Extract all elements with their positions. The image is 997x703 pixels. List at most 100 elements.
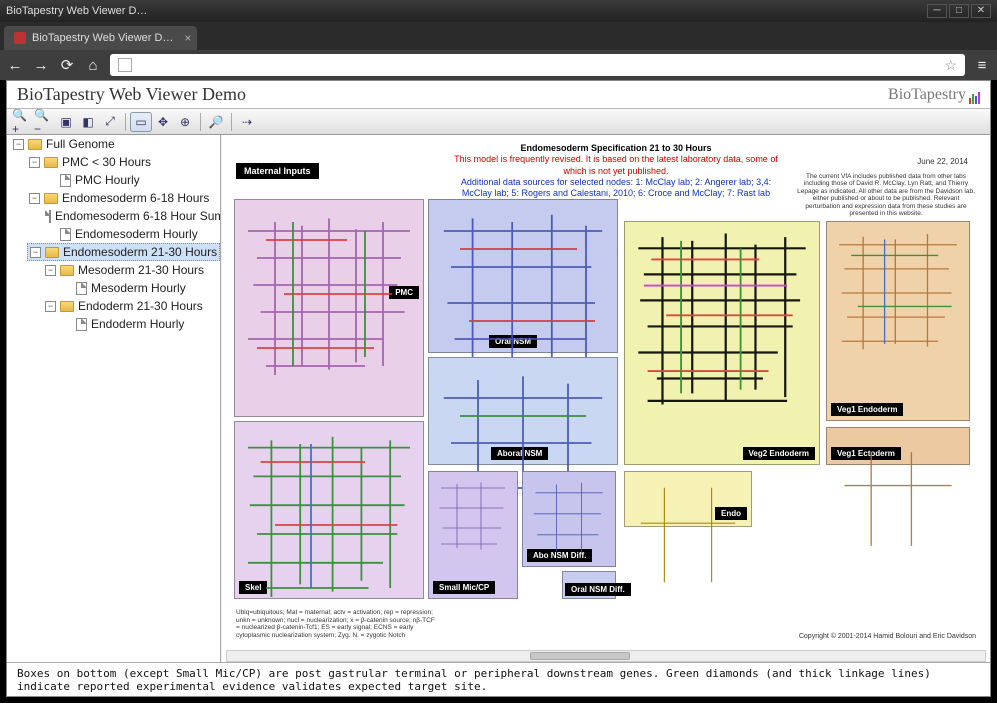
app-body: −Full Genome−PMC < 30 HoursPMC Hourly−En… [7,135,990,662]
home-icon[interactable]: ⌂ [84,56,102,74]
region-pmc[interactable]: PMC [234,199,424,417]
region-oral-nsm[interactable]: Oral NSM [428,199,618,353]
tree-item[interactable]: − Full Genome [11,135,220,153]
toolbar-separator [125,113,126,131]
region-veg1-endoderm-label: Veg1 Endoderm [831,403,903,416]
hand-mode-button[interactable]: ✥ [152,112,174,132]
tree-item[interactable]: PMC Hourly [43,171,220,189]
tree-item-label: PMC Hourly [75,173,140,187]
tree-item-label: Endoderm Hourly [91,317,184,331]
network-scribble-icon [629,226,815,412]
region-endo[interactable]: Endo [624,471,752,527]
status-footer-text: Boxes on bottom (except Small Mic/CP) ar… [17,667,980,693]
expander-placeholder [61,319,72,330]
status-footer: Boxes on bottom (except Small Mic/CP) ar… [7,662,990,696]
network-canvas-inner: Endomesoderm Specification 21 to 30 Hour… [226,139,986,648]
toolbar-separator [200,113,201,131]
address-bar[interactable]: ☆ [110,54,965,76]
bookmark-star-icon[interactable]: ☆ [944,57,957,74]
region-skel[interactable]: Skel [234,421,424,599]
tree-item[interactable]: Endoderm Hourly [59,315,220,333]
zoom-to-sel-button[interactable]: ◧ [77,112,99,132]
tab-close-icon[interactable]: × [184,31,191,45]
tree-item[interactable]: −PMC < 30 Hours [27,153,220,171]
app-logo: BioTapestry [888,86,980,104]
collapse-icon[interactable]: − [13,139,24,150]
tree-item-label: Endoderm 21-30 Hours [78,299,203,313]
diagram-title: Endomesoderm Specification 21 to 30 Hour… [446,143,786,154]
region-oral-nsm-diff-label: Oral NSM Diff. [565,583,631,596]
browser-tab-row: BioTapestry Web Viewer D… × [0,22,997,50]
tree-item-label: Full Genome [46,137,115,151]
horizontal-scrollbar[interactable] [226,650,986,662]
region-veg1-endoderm[interactable]: Veg1 Endoderm [826,221,970,421]
browser-tab[interactable]: BioTapestry Web Viewer D… × [4,26,197,50]
center-sel-button[interactable]: ⊕ [174,112,196,132]
minimize-button[interactable]: ─ [927,4,947,18]
folder-icon [44,193,58,204]
app-logo-text: BioTapestry [888,86,966,104]
forward-icon[interactable]: → [32,56,50,74]
favicon-icon [14,32,26,44]
close-button[interactable]: ✕ [971,4,991,18]
network-scribble-icon [831,226,965,360]
file-icon [60,228,71,241]
scrollbar-thumb[interactable] [530,652,630,660]
os-titlebar: BioTapestry Web Viewer D… ─ □ ✕ [0,0,997,22]
browser-tab-label: BioTapestry Web Viewer D… [32,32,173,44]
reload-icon[interactable]: ⟳ [58,56,76,74]
diagram-top-note: The current VfA includes published data … [796,173,976,218]
collapse-icon[interactable]: − [29,157,40,168]
zoom-in-button[interactable]: 🔍+ [11,112,33,132]
folder-icon [28,139,42,150]
browser-chrome: BioTapestry Web Viewer D… × ← → ⟳ ⌂ ☆ ≡ [0,22,997,80]
network-scribble-icon [527,476,611,560]
tree-item-label: Mesoderm 21-30 Hours [78,263,204,277]
region-oral-nsm-diff[interactable]: Oral NSM Diff. [562,571,616,599]
tree-item[interactable]: Endomesoderm 6-18 Hour Summary [43,207,220,225]
tree-item[interactable]: − Endoderm 21-30 Hours [43,297,220,315]
region-aboral-nsm[interactable]: Aboral NSM [428,357,618,465]
toolbar: 🔍+🔍−▣◧⤢ ▭✥⊕ 🔎 ⇢ [7,109,990,135]
page-title: BioTapestry Web Viewer Demo [17,84,246,105]
menu-icon[interactable]: ≡ [973,56,991,74]
search-button[interactable]: 🔎 [205,112,227,132]
network-canvas[interactable]: Endomesoderm Specification 21 to 30 Hour… [221,135,990,662]
collapse-icon[interactable]: − [45,301,56,312]
region-small-mic[interactable]: Small Mic/CP [428,471,518,599]
diagram-sources: Additional data sources for selected nod… [446,177,786,200]
expander-placeholder [45,229,56,240]
region-veg1-ectoderm[interactable]: Veg1 Ectoderm [826,427,970,465]
browser-nav-row: ← → ⟳ ⌂ ☆ ≡ [0,50,997,80]
maternal-inputs-label: Maternal Inputs [236,163,319,179]
network-scribble-icon [831,432,965,566]
tree-item[interactable]: Mesoderm Hourly [59,279,220,297]
select-mode-button[interactable]: ▭ [130,112,152,132]
logo-bars-icon [969,92,980,104]
zoom-to-model-button[interactable]: ▣ [55,112,77,132]
diagram-warning: This model is frequently revised. It is … [446,154,786,177]
tree-item[interactable]: − Mesoderm 21-30 Hours [43,261,220,279]
tree-item[interactable]: Endomesoderm Hourly [43,225,220,243]
region-veg2-endoderm[interactable]: Veg2 Endoderm [624,221,820,465]
maximize-button[interactable]: □ [949,4,969,18]
page-icon [118,58,132,72]
diagram-date: June 22, 2014 [917,157,968,166]
zoom-to-all-button[interactable]: ⤢ [99,112,121,132]
network-scribble-icon [433,476,513,556]
collapse-icon[interactable]: − [29,193,40,204]
file-icon [76,282,87,295]
model-tree[interactable]: −Full Genome−PMC < 30 HoursPMC Hourly−En… [7,135,221,662]
tree-item[interactable]: −Endomesoderm 6-18 Hours [27,189,220,207]
path-button[interactable]: ⇢ [236,112,258,132]
zoom-out-button[interactable]: 🔍− [33,112,55,132]
region-small-mic-label: Small Mic/CP [433,581,495,594]
region-abo-nsm-diff[interactable]: Abo NSM Diff. [522,471,616,567]
collapse-icon[interactable]: − [30,247,41,258]
file-icon [60,174,71,187]
back-icon[interactable]: ← [6,56,24,74]
network-scribble-icon [239,426,419,606]
collapse-icon[interactable]: − [45,265,56,276]
tree-item[interactable]: −Endomesoderm 21-30 Hours [27,243,220,261]
network-scribble-icon [629,476,747,594]
